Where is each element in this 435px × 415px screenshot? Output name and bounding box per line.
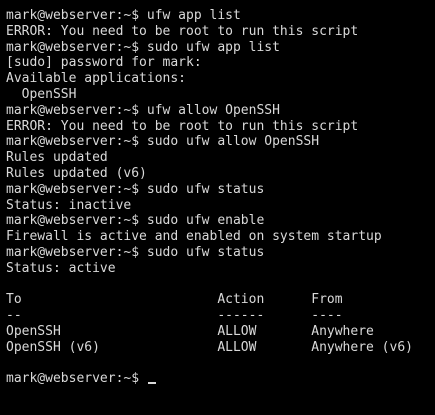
terminal-line: mark@webserver:~$ ufw allow OpenSSH — [6, 102, 280, 118]
terminal-line: Available applications: — [6, 71, 187, 87]
terminal-line: Firewall is active and enabled on system… — [6, 229, 382, 245]
terminal-line: Rules updated (v6) — [6, 165, 147, 181]
terminal-line: Status: inactive — [6, 197, 132, 213]
terminal-line: OpenSSH — [6, 86, 77, 102]
ufw-status-table-row: OpenSSH ALLOW Anywhere — [6, 323, 374, 339]
shell-prompt: mark@webserver:~$ — [6, 371, 147, 387]
terminal-line: mark@webserver:~$ sudo ufw status — [6, 181, 265, 197]
ufw-status-table-separator: -- ------ ---- — [6, 308, 343, 324]
terminal-line: mark@webserver:~$ sudo ufw allow OpenSSH — [6, 134, 320, 150]
terminal-input-line[interactable]: mark@webserver:~$ — [6, 371, 435, 387]
terminal-line: mark@webserver:~$ sudo ufw enable — [6, 213, 265, 229]
text-cursor — [147, 382, 156, 385]
terminal-line: mark@webserver:~$ sudo ufw status — [6, 244, 265, 260]
terminal-line: [sudo] password for mark: — [6, 55, 202, 71]
terminal-line: Rules updated — [6, 150, 108, 166]
terminal-line: ERROR: You need to be root to run this s… — [6, 23, 359, 39]
terminal-line: ERROR: You need to be root to run this s… — [6, 118, 359, 134]
ufw-status-table-header: To Action From — [6, 292, 343, 308]
terminal-window[interactable]: mark@webserver:~$ ufw app list ERROR: Yo… — [0, 0, 435, 415]
terminal-line: mark@webserver:~$ ufw app list — [6, 8, 241, 23]
terminal-line: mark@webserver:~$ sudo ufw app list — [6, 39, 280, 55]
terminal-line: Status: active — [6, 260, 116, 276]
ufw-status-table-row: OpenSSH (v6) ALLOW Anywhere (v6) — [6, 339, 413, 355]
